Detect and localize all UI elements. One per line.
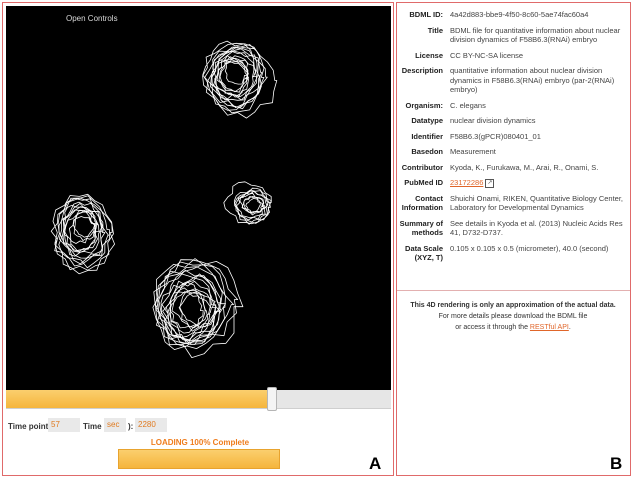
metadata-key: Contributor xyxy=(401,162,443,172)
metadata-row-license: License CC BY-NC-SA license xyxy=(398,51,623,61)
note-line-2: For more details please download the BDM… xyxy=(438,313,588,320)
restful-api-link[interactable]: RESTful API xyxy=(530,324,569,331)
time-point-label: Time point: xyxy=(8,422,51,431)
timeline-slider[interactable] xyxy=(6,387,391,411)
time-label-prefix: Time ( xyxy=(83,422,107,431)
note-line-1: This 4D rendering is only an approximati… xyxy=(410,302,616,309)
panel-divider xyxy=(397,290,630,291)
time-label-suffix: ): xyxy=(128,422,134,431)
panel-a-label: A xyxy=(369,454,382,473)
metadata-row-summary: Summary of methods See details in Kyoda e… xyxy=(398,219,623,238)
nucleus-contour xyxy=(69,216,98,251)
metadata-key: License xyxy=(415,50,443,60)
nucleus-contour xyxy=(52,193,115,271)
metadata-value: Shuichi Onami, RIKEN, Quantitative Biolo… xyxy=(450,193,623,213)
metadata-table: BDML ID: 4a42d883-bbe9-4f50-8c60-5ae74fac… xyxy=(398,10,623,269)
metadata-value: C. elegans xyxy=(450,100,486,110)
time-unit-select[interactable]: sec xyxy=(104,418,126,432)
metadata-row-contact: Contact Information Shuichi Onami, RIKEN,… xyxy=(398,194,623,213)
open-controls-link[interactable]: Open Controls xyxy=(66,14,118,23)
loading-progress-fill xyxy=(118,449,280,469)
nucleus-contour xyxy=(202,40,257,108)
time-value-input[interactable]: 2280 xyxy=(135,418,167,432)
loading-status: LOADING 100% Complete xyxy=(150,438,250,447)
metadata-key: BDML ID: xyxy=(409,10,443,19)
metadata-value: F58B6.3(gPCR)080401_01 xyxy=(450,131,541,141)
metadata-key: Organism: xyxy=(405,100,443,110)
metadata-key: Contact Information xyxy=(401,193,443,213)
metadata-row-identifier: Identifier F58B6.3(gPCR)080401_01 xyxy=(398,132,623,142)
external-link-icon[interactable]: ↗ xyxy=(485,178,495,188)
metadata-key: Summary of methods xyxy=(399,218,443,238)
metadata-row-title: Title BDML file for quantitative informat… xyxy=(398,26,623,45)
nuclei-rendering xyxy=(50,40,278,358)
metadata-value: Kyoda, K., Furukawa, M., Arai, R., Onami… xyxy=(450,162,599,172)
metadata-value: 0.105 x 0.105 x 0.5 (micrometer), 40.0 (… xyxy=(450,243,609,253)
metadata-key: Basedon xyxy=(411,147,443,156)
metadata-key: Description xyxy=(401,66,443,75)
note-line-3-prefix: or access it through the xyxy=(455,324,528,331)
metadata-row-datatype: Datatype nuclear division dynamics xyxy=(398,116,623,126)
loading-progress-bar xyxy=(118,449,280,469)
metadata-key: PubMed ID xyxy=(404,178,443,187)
rendering-viewport[interactable]: Open Controls xyxy=(6,6,391,390)
metadata-value: quantitative information about nuclear d… xyxy=(450,66,615,94)
metadata-value: BDML file for quantitative information a… xyxy=(450,25,621,45)
note-line-3-suffix: . xyxy=(568,324,571,331)
metadata-row-organism: Organism: C. elegans xyxy=(398,101,623,111)
metadata-row-contributor: Contributor Kyoda, K., Furukawa, M., Arai… xyxy=(398,163,623,173)
metadata-value: CC BY-NC-SA license xyxy=(450,50,524,60)
metadata-key: Datatype xyxy=(411,116,443,125)
metadata-row-data-scale: Data Scale (XYZ, T) 0.105 x 0.105 x 0.5 (… xyxy=(398,244,623,263)
note-line-3: or access it through the RESTful API. xyxy=(400,322,626,333)
metadata-key: Data Scale (XYZ, T) xyxy=(405,243,443,263)
metadata-key: Identifier xyxy=(411,131,443,141)
metadata-value: 23172286 ↗ xyxy=(450,178,623,188)
time-point-input[interactable]: 57 xyxy=(48,418,80,432)
panel-b-label: B xyxy=(610,454,623,473)
nucleus-contour xyxy=(241,196,261,214)
metadata-row-bdml-id: BDML ID: 4a42d883-bbe9-4f50-8c60-5ae74fac… xyxy=(398,10,623,20)
timeline-slider-thumb[interactable] xyxy=(266,387,277,411)
metadata-row-basedon: Basedon Measurement xyxy=(398,147,623,157)
timeline-slider-fill xyxy=(6,390,272,408)
metadata-value: 4a42d883-bbe9-4f50-8c60-5ae74fac60a4 xyxy=(450,10,589,19)
metadata-value: nuclear division dynamics xyxy=(450,116,536,125)
metadata-row-description: Description quantitative information abou… xyxy=(398,66,623,95)
metadata-value: Measurement xyxy=(450,147,496,156)
metadata-key: Title xyxy=(427,25,443,35)
metadata-row-pubmed: PubMed ID 23172286 ↗ xyxy=(398,178,623,188)
pubmed-link[interactable]: 23172286 xyxy=(450,178,483,187)
rendering-note: This 4D rendering is only an approximati… xyxy=(400,300,626,333)
metadata-value: See details in Kyoda et al. (2013) Nucle… xyxy=(450,218,623,238)
nucleus-contour xyxy=(152,266,226,350)
nucleus-contour xyxy=(204,44,265,114)
